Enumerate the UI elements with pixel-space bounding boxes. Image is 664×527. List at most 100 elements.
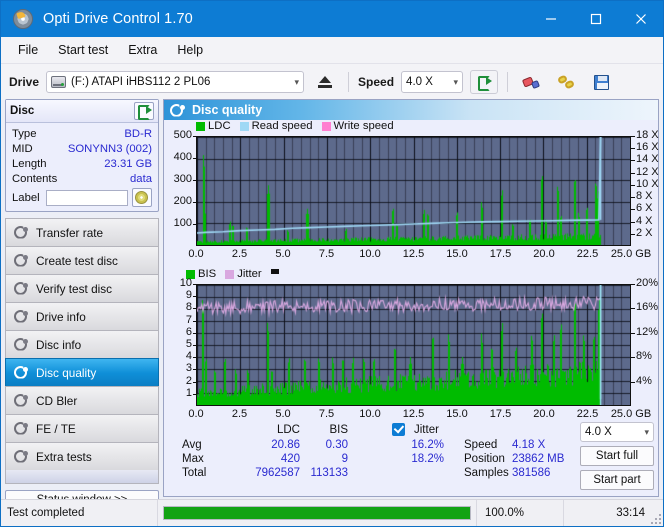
eject-icon [318, 76, 333, 88]
x-tick-label: 10.0 [359, 248, 381, 260]
save-button[interactable] [587, 70, 615, 94]
disc-icon-button[interactable] [131, 188, 152, 207]
y2-tick-label: 12% [636, 325, 659, 338]
main-body: Disc Type BD-R MID SONYNN3 (002) Length … [1, 99, 663, 510]
start-part-button[interactable]: Start part [580, 470, 654, 490]
disc-row-key: Length [12, 157, 47, 170]
bis-plot-area[interactable] [196, 284, 631, 406]
jitter-checkbox[interactable] [392, 423, 405, 437]
y2-tick [631, 381, 635, 383]
stats-position-value: 23862 MB [512, 453, 565, 465]
speed-select[interactable]: 4.0 X ▾ [401, 71, 464, 93]
test-speed-select[interactable]: 4.0 X ▾ [580, 422, 654, 442]
stats-speed-value: 4.18 X [512, 439, 546, 451]
menu-help[interactable]: Help [168, 40, 212, 60]
legend-entry-jitter: Jitter [225, 268, 262, 280]
fe-te-icon [13, 421, 28, 436]
stats-position-label: Position [464, 453, 505, 465]
disc-rows: Type BD-R MID SONYNN3 (002) Length 23.31… [6, 123, 158, 211]
sidebar-item-verify-test-disc[interactable]: Verify test disc [5, 274, 159, 302]
y2-tick [631, 209, 635, 211]
y-tick [193, 224, 196, 225]
ldc-plot-area[interactable] [196, 136, 631, 246]
y-tick [193, 296, 196, 298]
sidebar-item-disc-info[interactable]: Disc info [5, 330, 159, 358]
sidebar-item-drive-info[interactable]: Drive info [5, 302, 159, 330]
disc-refresh-button[interactable] [134, 102, 154, 120]
y2-tick [631, 136, 635, 137]
x-tick-label: 0.0 [188, 248, 204, 260]
minimize-button[interactable] [528, 1, 573, 37]
y2-tick [631, 308, 635, 310]
y2-tick-label: 6 X [636, 202, 653, 215]
y-tick [193, 345, 196, 346]
y-tick-label: 7 [185, 313, 192, 326]
stats-samples-value: 381586 [512, 467, 551, 479]
nav-filler [5, 470, 159, 484]
sidebar-item-extra-tests[interactable]: Extra tests [5, 442, 159, 470]
sidebar-item-label: FE / TE [36, 421, 76, 436]
sidebar-item-label: CD Bler [36, 393, 78, 408]
y-tick [193, 180, 196, 181]
window-controls [528, 1, 663, 37]
x-tick-label: 17.5 [489, 408, 512, 420]
y-tick-label: 5 [185, 338, 192, 350]
y2-tick-label: 10 X [636, 177, 659, 190]
stats-total-ldc: 7962587 [255, 467, 300, 479]
maximize-button[interactable] [573, 1, 618, 37]
sidebar-item-cd-bler[interactable]: CD Bler [5, 386, 159, 414]
sidebar-item-fe-te[interactable]: FE / TE [5, 414, 159, 442]
drive-select[interactable]: (F:) ATAPI iHBS112 2 PL06 ▾ [46, 71, 305, 93]
disc-label-input[interactable] [45, 189, 128, 206]
menu-extra[interactable]: Extra [119, 40, 166, 60]
drive-info-icon [13, 309, 28, 324]
disc-row-contents: Contents data [12, 171, 152, 186]
cd-bler-icon [13, 393, 28, 408]
x-tick-label: 7.5 [318, 248, 335, 260]
refresh-button[interactable] [470, 70, 499, 94]
legend-swatch [321, 121, 331, 131]
start-full-button[interactable]: Start full [580, 446, 654, 466]
resize-grip[interactable] [649, 512, 661, 524]
drive-label: Drive [9, 75, 40, 89]
y-tick [193, 308, 196, 310]
stats-block: LDC BIS Avg 20.86 0.30 16.2% Max 420 9 1… [164, 422, 658, 496]
disc-info-panel: Disc Type BD-R MID SONYNN3 (002) Length … [5, 99, 159, 212]
menu-start-test[interactable]: Start test [49, 40, 117, 60]
disc-quality-panel: Disc quality LDC Read speed Write speed [163, 99, 659, 497]
chain-button[interactable] [552, 70, 580, 94]
y2-tick-label: 12 X [636, 165, 659, 178]
status-message: Test completed [7, 507, 85, 519]
y2-tick-label: 4% [636, 374, 652, 387]
sidebar-item-label: Verify test disc [36, 281, 113, 296]
toolbar-divider-2 [507, 72, 509, 92]
y2-tick-label: 18 X [636, 129, 659, 141]
y2-tick-label: 2 X [636, 226, 653, 239]
toolbar-divider-1 [348, 72, 350, 92]
y2-tick [631, 197, 635, 199]
y-tick-label: 500 [173, 129, 192, 141]
sidebar-item-create-test-disc[interactable]: Create test disc [5, 246, 159, 274]
y-tick-label: 2 [185, 374, 192, 387]
y-tick-label: 3 [185, 362, 192, 375]
y2-tick [631, 332, 635, 334]
eject-button[interactable] [311, 70, 339, 94]
close-button[interactable] [618, 1, 663, 37]
disc-row-key: Contents [12, 172, 58, 185]
stats-samples-label: Samples [464, 467, 509, 479]
nav-list: Transfer rate Create test disc Verify te… [5, 218, 159, 484]
x-tick-label: 5.0 [275, 248, 291, 260]
erase-button[interactable] [517, 70, 545, 94]
chain-icon [558, 75, 574, 89]
y-tick-label: 300 [173, 173, 192, 185]
stats-row-label-max: Max [182, 453, 204, 465]
sidebar-item-transfer-rate[interactable]: Transfer rate [5, 218, 159, 246]
ldc-chart-legend: LDC Read speed Write speed [196, 120, 399, 132]
menu-file[interactable]: File [9, 40, 47, 60]
sidebar-item-label: Disc info [36, 337, 82, 352]
sidebar-item-label: Create test disc [36, 253, 118, 268]
legend-label: BIS [198, 268, 217, 280]
title-bar: Opti Drive Control 1.70 [1, 1, 663, 37]
x-tick-label: 5.0 [275, 408, 291, 420]
sidebar-item-disc-quality[interactable]: Disc quality [5, 358, 159, 386]
